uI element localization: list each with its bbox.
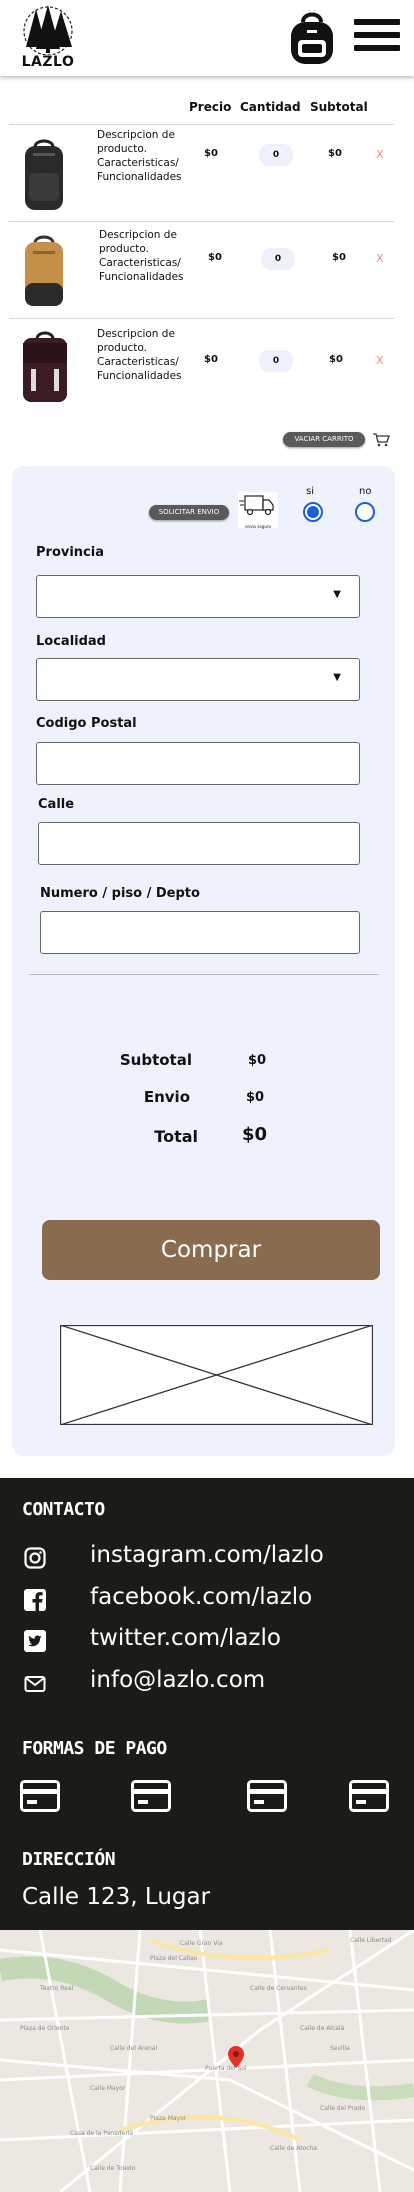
delivery-truck-badge: envio seguro (238, 492, 278, 529)
maroon-backpack-image (23, 331, 67, 402)
delivery-truck-icon (239, 495, 274, 516)
map-label: Plaza Mayor (150, 2115, 187, 2122)
map-label: Sevilla (330, 2045, 350, 2052)
product-subtotal: $0 (332, 252, 346, 263)
shipping-cost-value: $0 (246, 1090, 265, 1105)
subtotal-value: $0 (248, 1053, 267, 1068)
map-label: Calle de Atocha (270, 2145, 317, 2152)
shipping-cost-label: Envio (143, 1088, 190, 1106)
map-label: Calle Gran Via (180, 1940, 223, 1947)
payment-methods-title: FORMAS DE PAGO (22, 1738, 167, 1759)
remove-item-button[interactable]: X (376, 148, 384, 161)
product-price: $0 (204, 148, 218, 159)
twitter-link[interactable]: twitter.com/lazlo (90, 1625, 281, 1651)
map-label: Calle Mayor (90, 2085, 126, 2092)
map-label: Plaza de Oriente (20, 2025, 70, 2032)
product-description: Descripcion de producto. Caracteristicas… (99, 229, 184, 283)
product-description: Descripcion de producto. Caracteristicas… (97, 129, 182, 183)
menu-bar (354, 45, 400, 51)
cart-button[interactable] (285, 10, 339, 66)
chevron-down-icon: ▼ (333, 672, 341, 683)
map-label: Calle Libertad (350, 1937, 392, 1944)
backpack-icon (291, 12, 333, 64)
column-header-subtotal: Subtotal (310, 100, 368, 114)
product-price: $0 (204, 354, 218, 365)
cart-row: Descripcion de producto. Caracteristicas… (9, 318, 394, 416)
total-label: Total (154, 1127, 198, 1146)
product-price: $0 (208, 252, 222, 263)
shipping-no-label: no (359, 486, 372, 497)
black-backpack-image (25, 139, 63, 210)
twitter-icon (24, 1630, 46, 1652)
email-link[interactable]: info@lazlo.com (90, 1667, 265, 1693)
location-map[interactable]: Calle Gran Via Plaza del Callao Calle Li… (0, 1930, 414, 2192)
address-number-label: Numero / piso / Depto (40, 886, 200, 901)
column-header-price: Precio (189, 100, 232, 114)
logo-text: LAZLO (21, 54, 75, 70)
map-label: Calle del Arenal (110, 2045, 157, 2052)
address-text: Calle 123, Lugar (22, 1884, 211, 1910)
lazlo-logo[interactable]: LAZLO (16, 3, 80, 71)
hamburger-menu-icon[interactable] (354, 19, 400, 59)
remove-item-button[interactable]: X (376, 252, 384, 265)
facebook-link[interactable]: facebook.com/lazlo (90, 1584, 312, 1610)
cart-trash-icon[interactable] (372, 432, 390, 447)
map-label: Puerta del Sol (205, 2065, 247, 2072)
shipping-yes-label: si (306, 486, 314, 497)
street-label: Calle (38, 797, 75, 812)
map-label: Teatro Real (39, 1985, 74, 1992)
product-subtotal: $0 (329, 354, 343, 365)
quantity-input[interactable]: 0 (261, 248, 295, 270)
map-label: Calle de Toledo (90, 2165, 136, 2172)
contact-title: CONTACTO (22, 1499, 105, 1520)
instagram-link[interactable]: instagram.com/lazlo (90, 1542, 324, 1568)
subtotal-label: Subtotal (119, 1051, 192, 1069)
credit-card-icon (247, 1780, 287, 1812)
map-label: Plaza del Callao (150, 1955, 198, 1962)
map-tiles: Calle Gran Via Plaza del Callao Calle Li… (0, 1930, 414, 2192)
menu-bar (354, 19, 400, 25)
map-label: Calle de Cervantes (250, 1985, 307, 1992)
column-header-quantity: Cantidad (240, 100, 301, 114)
map-label: Calle de Alcalá (300, 2025, 345, 2032)
credit-card-icon (131, 1780, 171, 1812)
request-shipping-button[interactable]: SOLICITAR ENVIO (149, 505, 229, 520)
credit-card-icon (20, 1780, 60, 1812)
menu-bar (354, 32, 400, 38)
pine-trees-logo-icon (23, 5, 73, 56)
site-header: LAZLO (0, 0, 414, 76)
map-label: Casa de la Panadería (70, 2130, 133, 2137)
summary-divider (29, 974, 379, 975)
chevron-down-icon: ▼ (333, 589, 341, 600)
tan-backpack-image (25, 235, 63, 306)
address-title: DIRECCIÓN (22, 1849, 116, 1870)
shipping-no-radio[interactable] (355, 502, 375, 522)
map-label: Calle del Prado (320, 2105, 365, 2112)
total-value: $0 (242, 1124, 268, 1145)
credit-card-icon (349, 1780, 389, 1812)
locality-select[interactable]: ▼ (36, 658, 360, 701)
cart-row: Descripcion de producto. Caracteristicas… (9, 124, 394, 221)
product-subtotal: $0 (328, 148, 342, 159)
envelope-icon (24, 1676, 46, 1692)
product-description: Descripcion de producto. Caracteristicas… (97, 328, 182, 382)
image-placeholder (60, 1325, 373, 1425)
quantity-input[interactable]: 0 (259, 144, 293, 166)
clear-cart-button[interactable]: VACIAR CARRITO (283, 432, 365, 447)
cart-row: Descripcion de producto. Caracteristicas… (9, 221, 394, 318)
locality-label: Localidad (36, 634, 106, 649)
postal-code-label: Codigo Postal (36, 716, 137, 731)
province-label: Provincia (36, 545, 104, 560)
quantity-input[interactable]: 0 (259, 350, 293, 372)
facebook-icon (24, 1589, 46, 1611)
address-number-input[interactable] (40, 911, 360, 954)
shipping-yes-radio[interactable] (303, 502, 323, 522)
remove-item-button[interactable]: X (376, 354, 384, 367)
street-input[interactable] (38, 822, 360, 865)
instagram-icon (24, 1547, 46, 1569)
truck-caption: envio seguro (245, 524, 271, 529)
province-select[interactable]: ▼ (36, 575, 360, 618)
postal-code-input[interactable] (36, 742, 360, 785)
buy-button[interactable]: Comprar (42, 1220, 380, 1280)
